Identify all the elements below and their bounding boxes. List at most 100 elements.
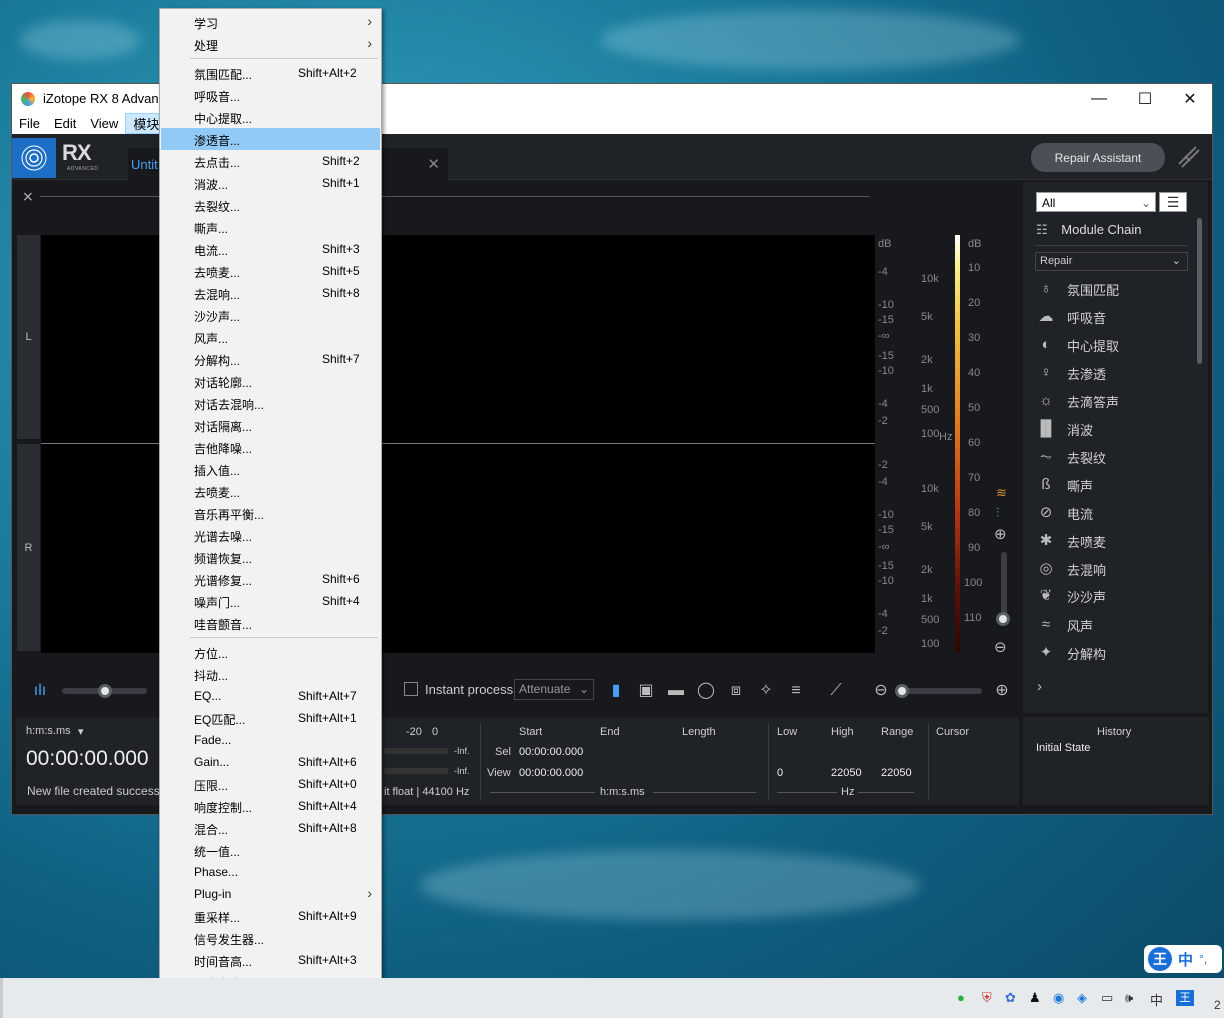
clock-partial[interactable]: 2 bbox=[1214, 998, 1221, 1012]
menu-item[interactable]: 音乐再平衡... bbox=[161, 502, 380, 524]
time-selection-tool-icon[interactable]: ▮ bbox=[605, 680, 627, 702]
panel-menu-icon[interactable]: ☰ bbox=[1159, 192, 1187, 212]
waveform-spectrogram-toggle-icon[interactable]: ≋ bbox=[996, 485, 1007, 501]
ime-widget[interactable]: 王 中 °, bbox=[1144, 945, 1222, 973]
menu-item[interactable]: 压限... Shift+Alt+0 bbox=[161, 773, 380, 795]
module-chain-button[interactable]: ☷ Module Chain bbox=[1036, 222, 1142, 238]
menu-item[interactable]: Fade... bbox=[161, 729, 380, 751]
menu-item[interactable]: 分解构... Shift+7 bbox=[161, 348, 380, 370]
menu-item[interactable]: 去喷麦... Shift+5 bbox=[161, 260, 380, 282]
module-panel-scrollbar[interactable] bbox=[1197, 218, 1202, 364]
horizontal-zoom-knob[interactable] bbox=[895, 684, 909, 698]
menu-item[interactable]: 呼吸音... bbox=[161, 84, 380, 106]
browser-tray-icon[interactable]: ◉ bbox=[1053, 990, 1064, 1006]
brush-tool-icon[interactable]: ⧈ bbox=[725, 680, 747, 702]
close-window-button[interactable]: ✕ bbox=[1167, 84, 1213, 113]
module-item[interactable]: ◐ 中心提取 bbox=[1035, 334, 1119, 356]
minimize-button[interactable]: — bbox=[1076, 84, 1122, 113]
menu-item[interactable]: Phase... bbox=[161, 861, 380, 883]
zoom-in-horizontal-icon[interactable]: ⊕ bbox=[991, 680, 1013, 702]
menu-item[interactable]: 去喷麦... bbox=[161, 480, 380, 502]
menu-item[interactable]: 去混响... Shift+8 bbox=[161, 282, 380, 304]
module-item[interactable]: ☼ 去滴答声 bbox=[1035, 390, 1119, 412]
menu-item[interactable]: EQ匹配... Shift+Alt+1 bbox=[161, 707, 380, 729]
close-tab-icon[interactable]: ✕ bbox=[427, 155, 440, 173]
frequency-selection-tool-icon[interactable]: ▣ bbox=[635, 680, 657, 702]
menu-item[interactable]: 渗透音... bbox=[161, 128, 380, 150]
menu-item[interactable]: 方位... bbox=[161, 641, 380, 663]
module-item[interactable]: ◎ 去混响 bbox=[1035, 558, 1106, 580]
zoom-out-horizontal-icon[interactable]: ⊖ bbox=[870, 680, 892, 702]
menu-file[interactable]: File bbox=[12, 113, 47, 134]
menu-item[interactable]: 哇音颤音... bbox=[161, 612, 380, 634]
module-item[interactable]: ß 嘶声 bbox=[1035, 474, 1093, 496]
module-item[interactable]: ☁ 呼吸音 bbox=[1035, 306, 1107, 328]
waveform-view-icon[interactable]: ılı bbox=[29, 680, 51, 702]
ime-tray-icon[interactable]: 王 bbox=[1176, 990, 1194, 1006]
menu-item[interactable]: 噪声门... Shift+4 bbox=[161, 590, 380, 612]
module-item[interactable]: ♁ 氛围匹配 bbox=[1035, 278, 1119, 300]
menu-item[interactable]: Plug-in › bbox=[161, 883, 380, 905]
volume-icon[interactable]: 🕪 bbox=[1125, 990, 1133, 1006]
module-item[interactable]: ❦ 沙沙声 bbox=[1035, 585, 1106, 607]
instant-mode-select[interactable]: Attenuate ⌄ bbox=[514, 679, 594, 700]
waveform-blend-knob[interactable] bbox=[98, 684, 112, 698]
menu-item[interactable]: 信号发生器... bbox=[161, 927, 380, 949]
magic-wand-tool-icon[interactable]: ✧ bbox=[755, 680, 777, 702]
range-frequency-value[interactable]: 22050 bbox=[881, 767, 912, 779]
menu-item[interactable]: 响度控制... Shift+Alt+4 bbox=[161, 795, 380, 817]
ime-punctuation-indicator[interactable]: °, bbox=[1199, 952, 1207, 966]
menu-item[interactable]: 处理 › bbox=[161, 33, 380, 55]
menu-item[interactable]: 光谱修复... Shift+6 bbox=[161, 568, 380, 590]
menu-item[interactable]: 氛围匹配... Shift+Alt+2 bbox=[161, 62, 380, 84]
network-icon[interactable]: ▭ bbox=[1101, 990, 1113, 1006]
menu-item[interactable]: 混合... Shift+Alt+8 bbox=[161, 817, 380, 839]
channel-left-label[interactable]: L bbox=[17, 235, 40, 439]
menu-item[interactable]: 风声... bbox=[161, 326, 380, 348]
maximize-button[interactable]: ☐ bbox=[1122, 84, 1168, 113]
module-item[interactable]: ♀ 去渗透 bbox=[1035, 362, 1106, 384]
history-item[interactable]: Initial State bbox=[1036, 742, 1090, 754]
category-select[interactable]: Repair ⌄ bbox=[1035, 252, 1188, 271]
module-item[interactable]: ✦ 分解构 bbox=[1035, 642, 1106, 664]
zoom-in-vertical-icon[interactable]: ⊕ bbox=[994, 525, 1007, 543]
module-filter-select[interactable]: All ⌄ bbox=[1036, 192, 1156, 212]
menu-item[interactable]: 去裂纹... bbox=[161, 194, 380, 216]
menu-item[interactable]: 对话隔离... bbox=[161, 414, 380, 436]
collapse-icon[interactable]: ⨯ bbox=[22, 188, 34, 205]
input-language-indicator[interactable]: 中 bbox=[1150, 990, 1163, 1009]
menu-item[interactable]: 消波... Shift+1 bbox=[161, 172, 380, 194]
menu-item[interactable]: 去点击... Shift+2 bbox=[161, 150, 380, 172]
lasso-tool-icon[interactable]: ◯ bbox=[695, 680, 717, 702]
menu-item[interactable]: 电流... Shift+3 bbox=[161, 238, 380, 260]
menu-item[interactable]: Gain... Shift+Alt+6 bbox=[161, 751, 380, 773]
high-frequency-value[interactable]: 22050 bbox=[831, 767, 862, 779]
network-helper-tray-icon[interactable]: ◈ bbox=[1077, 990, 1087, 1006]
waveform-icon[interactable]: ⫶ bbox=[996, 505, 999, 521]
menu-item[interactable]: 沙沙声... bbox=[161, 304, 380, 326]
menu-view[interactable]: View bbox=[83, 113, 125, 134]
chevron-right-icon[interactable]: › bbox=[1037, 678, 1042, 695]
qq-tray-icon[interactable]: ♟ bbox=[1029, 990, 1041, 1006]
time-format-selector[interactable]: h:m:s.ms bbox=[26, 725, 71, 737]
wechat-tray-icon[interactable]: ● bbox=[957, 990, 965, 1005]
menu-item[interactable]: 嘶声... bbox=[161, 216, 380, 238]
time-frequency-selection-tool-icon[interactable]: ▬ bbox=[665, 680, 687, 702]
find-similar-icon[interactable]: ⟋ bbox=[825, 680, 847, 702]
horizontal-zoom-slider[interactable] bbox=[897, 688, 982, 694]
module-item[interactable]: ≈ 风声 bbox=[1035, 614, 1093, 636]
menu-item[interactable]: 吉他降噪... bbox=[161, 436, 380, 458]
channel-right-label[interactable]: R bbox=[17, 444, 40, 651]
view-start-value[interactable]: 00:00:00.000 bbox=[519, 767, 583, 779]
time-format-dropdown-icon[interactable]: ▾ bbox=[78, 725, 84, 738]
repair-assistant-button[interactable]: Repair Assistant bbox=[1031, 143, 1165, 172]
module-item[interactable]: ⏦ 去裂纹 bbox=[1035, 446, 1106, 468]
module-item[interactable]: ✱ 去喷麦 bbox=[1035, 530, 1106, 552]
menu-item[interactable]: 频谱恢复... bbox=[161, 546, 380, 568]
module-item[interactable]: ⊘ 电流 bbox=[1035, 502, 1093, 524]
menu-item[interactable]: 时间音高... Shift+Alt+3 bbox=[161, 949, 380, 971]
zoom-out-vertical-icon[interactable]: ⊖ bbox=[994, 638, 1007, 656]
menu-edit[interactable]: Edit bbox=[47, 113, 83, 134]
instant-process-checkbox[interactable] bbox=[404, 682, 418, 696]
menu-item[interactable]: 中心提取... bbox=[161, 106, 380, 128]
